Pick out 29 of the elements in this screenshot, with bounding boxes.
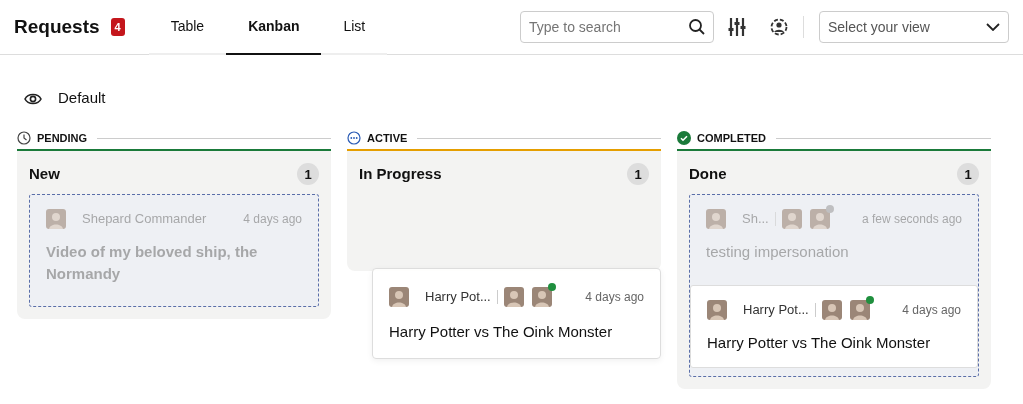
view-tab[interactable]: Kanban [226, 0, 322, 55]
count-badge: 1 [297, 163, 319, 186]
author-name: Harry Pot... [743, 301, 809, 320]
timestamp: 4 days ago [585, 289, 644, 306]
column-title: Done [689, 164, 727, 184]
count-badge: 4 [110, 17, 125, 37]
count-badge: 1 [627, 163, 649, 186]
column-title: New [29, 164, 60, 184]
view-tab[interactable]: Table [148, 0, 227, 55]
view-name: Default [58, 88, 106, 109]
group-label: ACTIVE [367, 130, 408, 146]
column-title: In Progress [359, 164, 442, 184]
view-select[interactable]: Select your view [819, 11, 1009, 43]
page-title: Requests [14, 14, 100, 39]
count-badge: 1 [957, 163, 979, 186]
author-name: Shepard Commander [82, 209, 207, 228]
group-label: PENDING [37, 130, 88, 146]
timestamp: 4 days ago [902, 302, 961, 319]
author-name: Harry Pot... [425, 288, 491, 307]
request-title[interactable]: Harry Potter vs The Oink Monster [707, 332, 961, 355]
group-label: COMPLETED [697, 130, 767, 146]
dragged-card[interactable]: Harry Pot... 4 days ago Harry Potter vs The Oink Monster [372, 268, 661, 359]
request-title[interactable]: Harry Potter vs The Oink Monster [389, 321, 644, 344]
author-name: Sh... [742, 209, 769, 228]
view-tab[interactable]: List [321, 0, 388, 55]
request-card[interactable]: Harry Pot... 4 days ago Harry Potter vs The Oink Monster [690, 285, 978, 368]
search-field[interactable]: Type to search [520, 11, 714, 43]
timestamp: a few seconds ago [861, 210, 962, 228]
timestamp: 4 days ago [243, 210, 302, 228]
